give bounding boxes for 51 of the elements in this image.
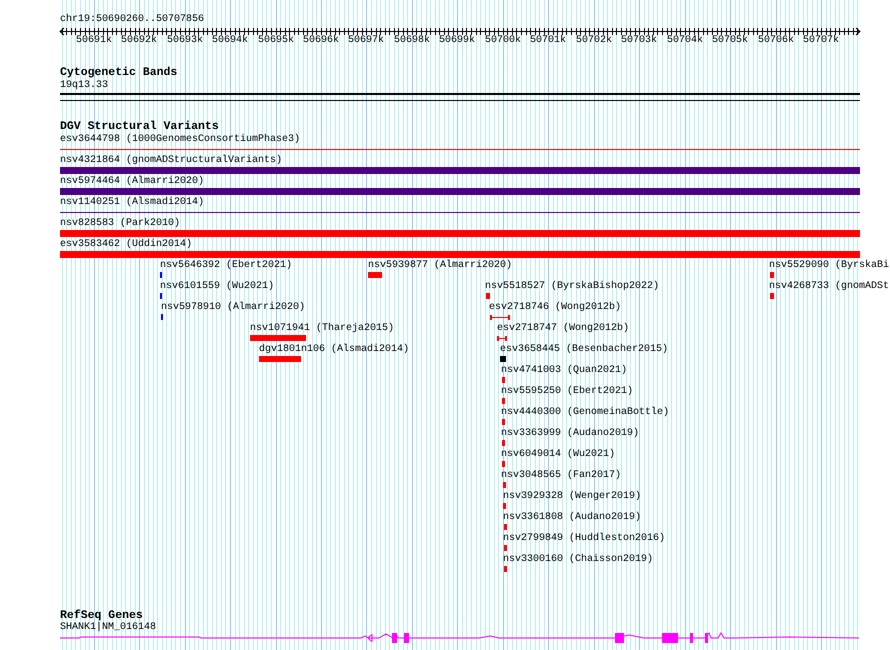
- variant-label: nsv3363999 (Audano2019): [501, 429, 640, 439]
- variant-label: nsv4440300 (GenomeinaBottle): [501, 408, 670, 418]
- gene-label: SHANK1|NM_016148: [60, 623, 156, 633]
- variant-label: esv3658445 (Besenbacher2015): [500, 345, 668, 355]
- tick-label: 50692k: [121, 36, 158, 46]
- tick-label: 50697k: [348, 36, 384, 46]
- variant-label: nsv1071941 (Thareja2015): [250, 324, 394, 334]
- variant-label: nsv1140251 (Alsmadi2014): [60, 198, 204, 208]
- variant-label: esv3583462 (Uddin2014): [60, 240, 192, 250]
- variant-label: nsv5646392 (Ebert2021): [160, 261, 292, 271]
- variant-label: nsv4268733 (gnomADSt: [769, 282, 890, 292]
- tick-label: 50703k: [621, 36, 658, 46]
- tick-label: 50707k: [803, 36, 840, 46]
- variant-label: esv2718746 (Wong2012b): [489, 303, 622, 313]
- tick-label: 50691k: [76, 36, 112, 46]
- tick-label: 50702k: [576, 36, 612, 46]
- variant-label: nsv5978910 (Almarri2020): [161, 303, 306, 313]
- tick-label: 50699k: [439, 36, 476, 46]
- variant-label: esv3644798 (1000GenomesConsortiumPhase3): [60, 135, 300, 145]
- variant-label: nsv5595250 (Ebert2021): [501, 387, 634, 397]
- tick-label: 50706k: [758, 36, 794, 46]
- variant-label: nsv6101559 (Wu2021): [160, 282, 274, 292]
- location-label: chr19:50690260..50707856: [60, 15, 204, 25]
- track-title: RefSeq Genes: [60, 610, 143, 622]
- variant-label: nsv5939877 (Almarri2020): [368, 261, 512, 271]
- variant-label: nsv3300160 (Chaisson2019): [503, 555, 654, 565]
- track-title: DGV Structural Variants: [60, 121, 219, 133]
- track-title: Cytogenetic Bands: [60, 67, 178, 79]
- tick-label: 50696k: [303, 36, 340, 46]
- variant-label: nsv3048565 (Fan2017): [501, 471, 622, 481]
- variant-label: nsv2799849 (Huddleston2016): [503, 534, 666, 544]
- tick-label: 50705k: [712, 36, 748, 46]
- tick-label: 50701k: [530, 36, 566, 46]
- variant-label: esv2718747 (Wong2012b): [497, 324, 630, 334]
- variant-label: nsv5518527 (ByrskaBishop2022): [485, 282, 660, 292]
- variant-label: nsv3361808 (Audano2019): [503, 513, 642, 523]
- tick-label: 50695k: [258, 36, 294, 46]
- variant-label: nsv828583 (Park2010): [60, 219, 180, 229]
- tick-label: 50698k: [394, 36, 430, 46]
- tick-label: 50700k: [485, 36, 522, 46]
- variant-label: nsv5974464 (Almarri2020): [60, 177, 204, 187]
- variant-label: nsv5529090 (ByrskaBi: [769, 261, 890, 271]
- variant-label: dgv1801n106 (Alsmadi2014): [259, 345, 410, 355]
- tick-label: 50694k: [212, 36, 248, 46]
- variant-label: nsv4321864 (gnomADStructuralVariants): [60, 156, 282, 166]
- variant-label: nsv3929328 (Wenger2019): [503, 492, 642, 502]
- variant-label: nsv4741003 (Quan2021): [501, 366, 628, 376]
- band-label: 19q13.33: [60, 81, 108, 91]
- tick-label: 50693k: [167, 36, 204, 46]
- variant-label: nsv6049014 (Wu2021): [501, 450, 616, 460]
- tick-label: 50704k: [667, 36, 704, 46]
